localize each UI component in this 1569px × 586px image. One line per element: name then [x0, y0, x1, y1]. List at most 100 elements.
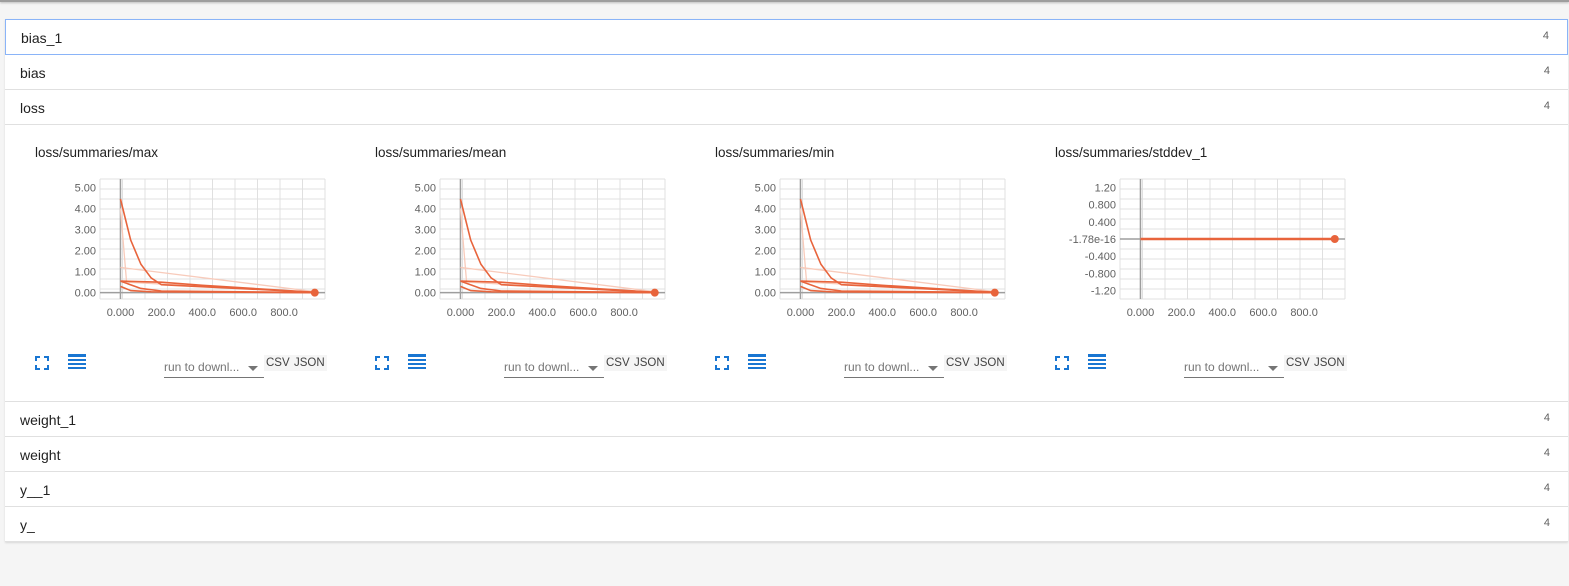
dropdown-arrow-icon — [928, 366, 938, 371]
category-header-weight[interactable]: weight 4 — [5, 437, 1568, 472]
x-tick-label: 600.0 — [909, 307, 937, 319]
category-name: bias — [20, 65, 46, 81]
series-line — [459, 198, 655, 294]
dropdown-arrow-icon — [588, 366, 598, 371]
category-header-loss[interactable]: loss 4 — [5, 90, 1568, 125]
download-run-select[interactable]: run to downl... — [164, 357, 264, 378]
x-tick-label: 200.0 — [488, 307, 516, 319]
line-chart[interactable]: 0.00 1.00 2.00 3.00 4.00 5.00 0.000 200.0 400.0 6… — [5, 165, 335, 325]
y-tick-label: 2.00 — [755, 246, 776, 258]
category-name: y__1 — [20, 482, 51, 498]
category-header-bias-1[interactable]: bias_1 4 — [5, 19, 1568, 55]
category-name: weight_1 — [20, 412, 77, 428]
y-tick-label: 5.00 — [755, 182, 776, 194]
y-tick-label: 2.00 — [415, 246, 436, 258]
download-csv-button[interactable]: CSV — [944, 355, 972, 371]
fullscreen-icon[interactable] — [34, 355, 50, 371]
line-chart[interactable]: 0.00 1.00 2.00 3.00 4.00 5.00 0.000 200.0 400.0 6… — [685, 165, 1015, 325]
chart-card: loss/summaries/mean 0.00 1.00 2.00 3.00 4.00 5… — [345, 125, 675, 395]
last-point-marker — [990, 288, 999, 297]
category-pane: bias_1 4 bias 4 loss 4 loss/summaries/ma… — [5, 19, 1568, 542]
y-tick-label: -0.800 — [1085, 268, 1116, 280]
x-tick-label: 0.000 — [1127, 307, 1155, 319]
y-tick-label: 2.00 — [75, 246, 96, 258]
category-name: loss — [20, 100, 45, 116]
download-json-button[interactable]: JSON — [292, 355, 327, 371]
x-tick-label: 0.000 — [107, 307, 135, 319]
data-table-icon[interactable] — [1087, 353, 1107, 371]
category-count: 4 — [1543, 412, 1550, 424]
category-name: y_ — [20, 517, 35, 533]
download-csv-button[interactable]: CSV — [1284, 355, 1312, 371]
x-tick-label: 400.0 — [1209, 307, 1237, 319]
category-header-bias[interactable]: bias 4 — [5, 55, 1568, 90]
x-tick-label: 400.0 — [529, 307, 557, 319]
loss-charts-panel: loss/summaries/max 0.00 1.00 2.00 3.00 4.00 5.… — [5, 125, 1568, 402]
y-tick-label: 0.400 — [1088, 217, 1116, 229]
y-tick-label: 0.800 — [1088, 200, 1116, 212]
line-chart[interactable]: -1.20 -0.800 -0.400 -1.78e-16 0.400 0.800 1.20… — [1025, 165, 1355, 325]
x-tick-label: 600.0 — [569, 307, 597, 319]
category-count: 4 — [1542, 30, 1549, 42]
top-toolbar-edge — [0, 0, 1569, 2]
y-tick-label: 3.00 — [415, 225, 436, 237]
line-chart[interactable]: 0.00 1.00 2.00 3.00 4.00 5.00 0.000 200.0 400.0 6… — [345, 165, 675, 325]
category-count: 4 — [1543, 517, 1550, 529]
x-tick-label: 0.000 — [447, 307, 475, 319]
y-tick-label: 1.00 — [415, 267, 436, 279]
y-tick-label: 0.00 — [75, 288, 96, 300]
last-point-marker — [310, 288, 319, 297]
data-table-icon[interactable] — [67, 353, 87, 371]
download-json-button[interactable]: JSON — [632, 355, 667, 371]
last-point-marker — [650, 288, 659, 297]
fullscreen-icon[interactable] — [714, 355, 730, 371]
x-tick-label: 600.0 — [1249, 307, 1277, 319]
chart-title: loss/summaries/stddev_1 — [1055, 145, 1208, 160]
data-table-icon[interactable] — [747, 353, 767, 371]
download-run-select-value: run to downl... — [164, 360, 240, 374]
dropdown-arrow-icon — [248, 366, 258, 371]
data-table-icon[interactable] — [407, 353, 427, 371]
download-run-select[interactable]: run to downl... — [844, 357, 944, 378]
x-tick-label: 800.0 — [950, 307, 978, 319]
last-point-marker — [1330, 235, 1339, 243]
y-tick-label: 3.00 — [75, 225, 96, 237]
category-name: weight — [20, 447, 61, 463]
y-tick-label: 0.00 — [415, 288, 436, 300]
y-tick-label: 5.00 — [415, 182, 436, 194]
download-json-button[interactable]: JSON — [972, 355, 1007, 371]
category-header-weight-1[interactable]: weight_1 4 — [5, 402, 1568, 437]
series-line — [799, 198, 995, 294]
category-header-y[interactable]: y_ 4 — [5, 507, 1568, 542]
download-run-select[interactable]: run to downl... — [504, 357, 604, 378]
chart-card: loss/summaries/min 0.00 1.00 2.00 3.00 4.00 5.… — [685, 125, 1015, 395]
y-tick-label: 1.00 — [75, 267, 96, 279]
chart-title: loss/summaries/mean — [375, 145, 507, 160]
fullscreen-icon[interactable] — [1054, 355, 1070, 371]
y-tick-label: 3.00 — [755, 225, 776, 237]
x-tick-label: 600.0 — [229, 307, 257, 319]
download-csv-button[interactable]: CSV — [604, 355, 632, 371]
x-tick-label: 0.000 — [787, 307, 815, 319]
fullscreen-icon[interactable] — [374, 355, 390, 371]
chart-card: loss/summaries/stddev_1 -1.20 -0.800 -0.400… — [1025, 125, 1355, 395]
download-csv-button[interactable]: CSV — [264, 355, 292, 371]
y-tick-label: -0.400 — [1085, 251, 1116, 263]
download-run-select[interactable]: run to downl... — [1184, 357, 1284, 378]
download-run-select-value: run to downl... — [1184, 360, 1260, 374]
x-tick-label: 200.0 — [828, 307, 856, 319]
y-tick-label: -1.20 — [1091, 285, 1116, 297]
download-run-select-value: run to downl... — [844, 360, 920, 374]
x-tick-label: 800.0 — [270, 307, 298, 319]
category-header-y-1[interactable]: y__1 4 — [5, 472, 1568, 507]
series-line — [119, 198, 315, 294]
download-run-select-value: run to downl... — [504, 360, 580, 374]
x-tick-label: 800.0 — [610, 307, 638, 319]
y-tick-label: 5.00 — [75, 182, 96, 194]
x-tick-label: 200.0 — [148, 307, 176, 319]
category-count: 4 — [1543, 482, 1550, 494]
download-json-button[interactable]: JSON — [1312, 355, 1347, 371]
x-tick-label: 400.0 — [189, 307, 217, 319]
y-tick-label: -1.78e-16 — [1069, 234, 1116, 246]
x-tick-label: 200.0 — [1168, 307, 1196, 319]
